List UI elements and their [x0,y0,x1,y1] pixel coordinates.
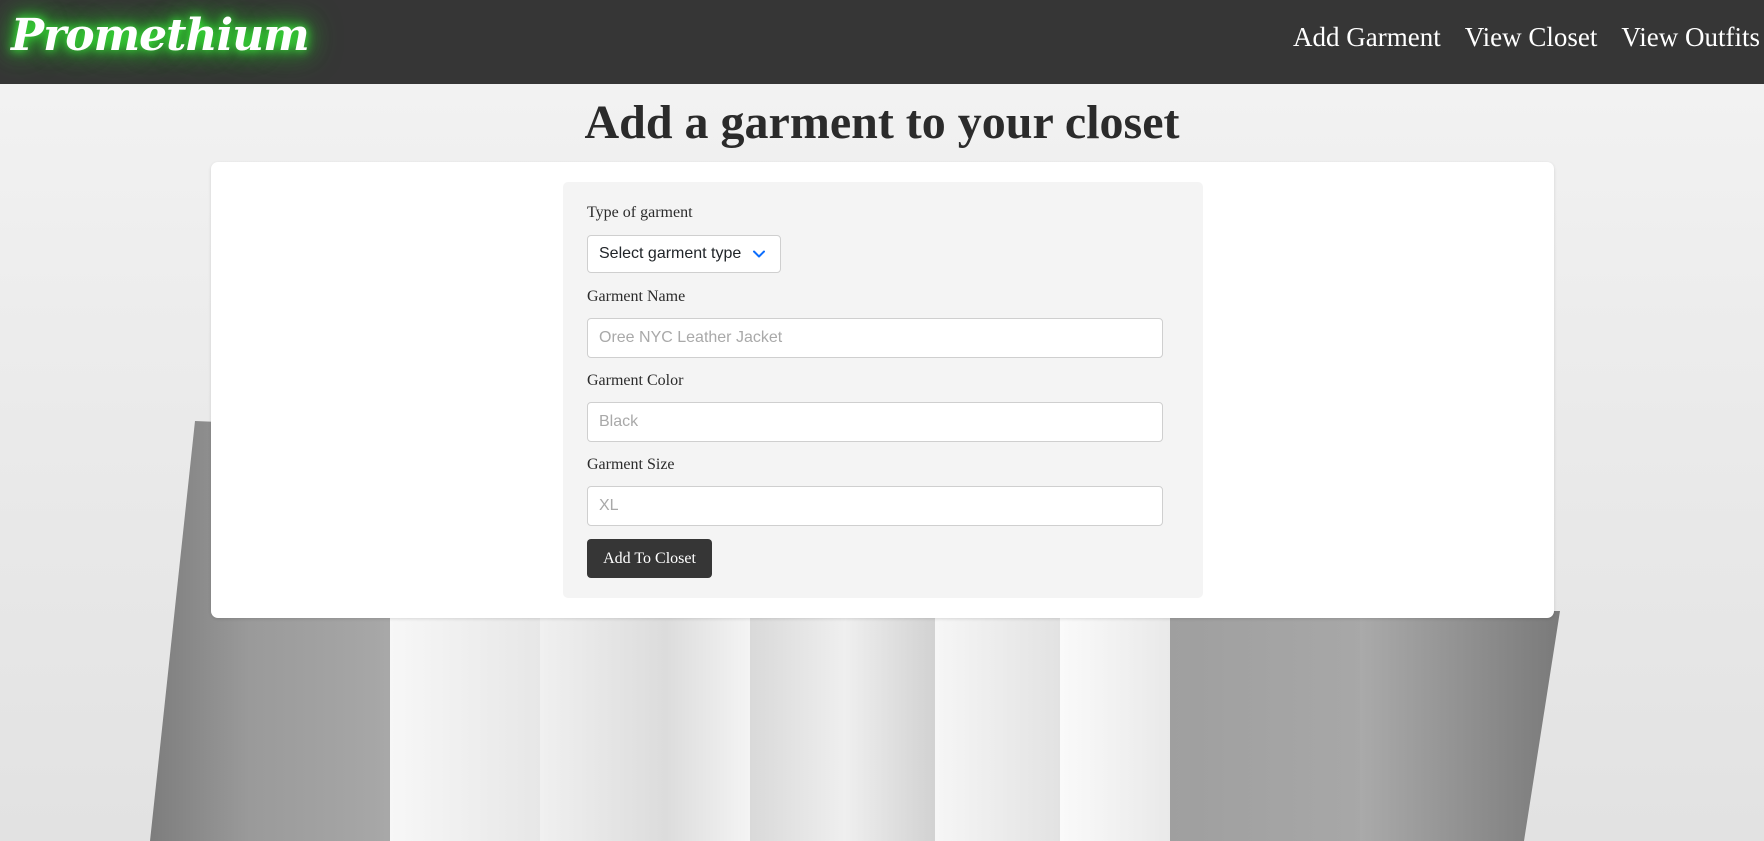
garment-shape [390,611,540,841]
garment-name-label: Garment Name [587,288,686,305]
garment-type-select[interactable]: Select garment type [587,235,781,273]
garment-shape [935,611,1075,841]
garment-type-label: Type of garment [587,204,693,221]
chevron-down-icon [753,250,765,258]
garment-color-input[interactable] [587,402,1163,442]
garment-shape [750,611,940,841]
garment-size-input[interactable] [587,486,1163,526]
nav-link-view-outfits[interactable]: View Outfits [1621,22,1760,53]
top-navbar: Promethium Add Garment View Closet View … [0,0,1764,84]
brand-logo[interactable]: Promethium [11,10,310,61]
page-title: Add a garment to your closet [584,96,1180,149]
garment-shape [1170,611,1370,841]
nav-links: Add Garment View Closet View Outfits [1293,22,1760,53]
garment-name-input[interactable] [587,318,1163,358]
garment-size-label: Garment Size [587,456,675,473]
add-to-closet-button[interactable]: Add To Closet [587,539,712,578]
garment-shape [540,611,750,841]
garment-color-label: Garment Color [587,372,684,389]
garment-type-select-value: Select garment type [599,245,742,262]
nav-link-view-closet[interactable]: View Closet [1465,22,1598,53]
garment-shape [1360,611,1560,841]
nav-link-add-garment[interactable]: Add Garment [1293,22,1441,53]
garment-shape [1060,611,1170,841]
